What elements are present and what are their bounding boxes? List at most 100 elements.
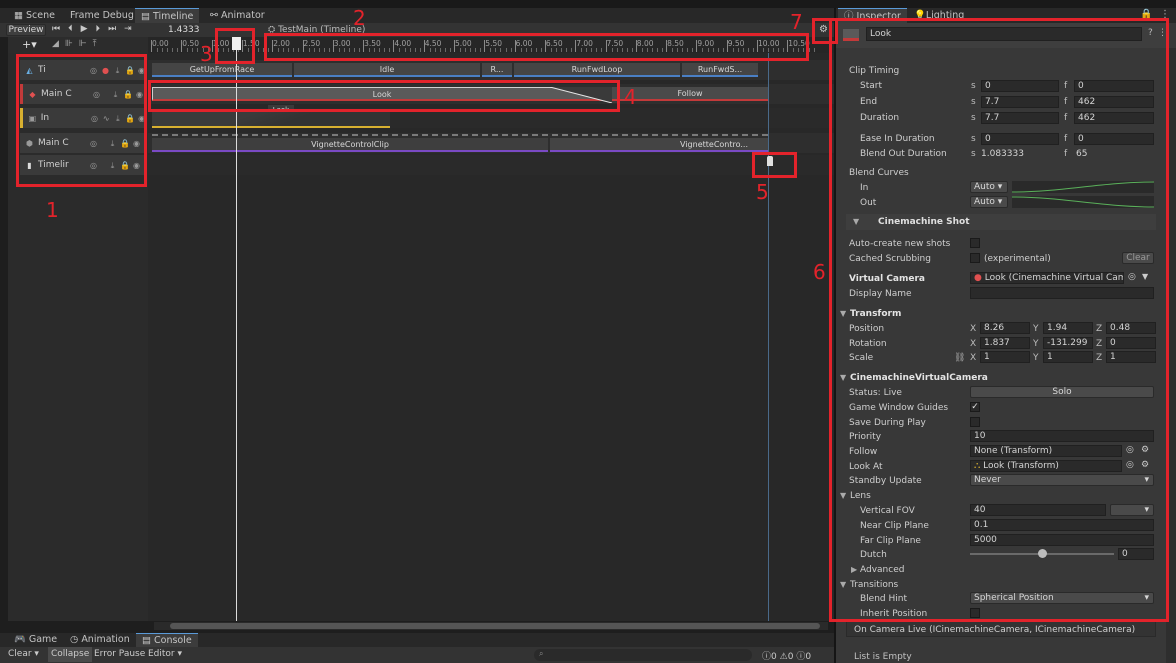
scl-y-field[interactable]: 1 xyxy=(1043,351,1093,363)
tab-lighting[interactable]: 💡Lighting xyxy=(908,8,970,23)
lock-icon[interactable]: 🔒 xyxy=(125,114,135,123)
prev-frame-icon[interactable]: ⏴ xyxy=(68,24,81,34)
lock-icon[interactable]: 🔒 xyxy=(123,90,133,99)
curve-icon[interactable]: ◢ xyxy=(52,39,65,49)
save-during-play-checkbox[interactable] xyxy=(970,417,980,427)
far-clip-field[interactable]: 5000 xyxy=(970,534,1154,546)
rot-z-field[interactable]: 0 xyxy=(1106,337,1156,349)
solo-button[interactable]: Solo xyxy=(970,386,1154,398)
eye-icon[interactable]: ◉ xyxy=(137,66,146,75)
cvc-header[interactable]: CinemachineVirtualCamera xyxy=(850,373,988,383)
clip-run-loop[interactable]: RunFwdLoop xyxy=(514,63,680,77)
follow-field[interactable]: None (Transform) xyxy=(970,445,1122,457)
in-curve-dropdown[interactable]: Auto ▾ xyxy=(970,181,1008,193)
display-name-field[interactable] xyxy=(970,287,1154,299)
console-search-input[interactable]: ⌕ xyxy=(534,649,752,661)
dropdown-arrow-icon[interactable]: ▼ xyxy=(1142,272,1148,281)
tab-inspector[interactable]: ⓘ Inspector xyxy=(838,8,907,23)
clear-button[interactable]: Clear ▾ xyxy=(8,649,39,659)
track-header-timeline[interactable]: ◭ Ti ◎ ● ⤓ 🔒 ◉ xyxy=(20,60,146,80)
pin-icon[interactable]: ⤓ xyxy=(108,161,117,170)
rot-x-field[interactable]: 1.837 xyxy=(980,337,1030,349)
blend-hint-dropdown[interactable]: Spherical Position ▾ xyxy=(970,592,1154,604)
track-header-timeline-2[interactable]: ▮ Timelir ◎ ⤓ 🔒 ◉ xyxy=(20,155,146,175)
info-count-icon[interactable]: ⓘ xyxy=(762,652,771,662)
target-icon[interactable]: ◎ xyxy=(89,161,98,170)
duration-seconds[interactable]: 7.7 xyxy=(981,112,1059,124)
add-track-icon[interactable]: +▾ xyxy=(22,38,37,51)
clip-idle[interactable]: Idle xyxy=(294,63,480,77)
advanced-foldout[interactable]: Advanced xyxy=(860,565,904,575)
dutch-slider-handle[interactable] xyxy=(1038,549,1047,558)
out-curve-preview[interactable] xyxy=(1012,196,1154,208)
target-icon[interactable]: ◎ xyxy=(90,114,99,123)
settings-gear-icon[interactable]: ⚙ xyxy=(819,24,828,35)
inspector-scrollbar[interactable] xyxy=(1166,48,1176,663)
in-curve-preview[interactable] xyxy=(1012,181,1154,193)
out-curve-dropdown[interactable]: Auto ▾ xyxy=(970,196,1008,208)
look-at-field[interactable]: ⛬ Look (Transform) xyxy=(970,460,1122,472)
foldout-arrow-icon[interactable]: ▼ xyxy=(840,309,846,318)
fov-preset-dropdown[interactable]: ▾ xyxy=(1110,504,1154,516)
pos-y-field[interactable]: 1.94 xyxy=(1043,322,1093,334)
start-frames[interactable]: 0 xyxy=(1074,80,1154,92)
eye-icon[interactable]: ◉ xyxy=(135,90,144,99)
error-count-icon[interactable]: ⓘ xyxy=(796,652,805,662)
clip-get-up[interactable]: GetUpFromRace xyxy=(152,63,292,77)
gear-icon[interactable]: ⚙ xyxy=(1141,460,1149,470)
tab-timeline[interactable]: ▤ Timeline xyxy=(135,8,200,23)
foldout-arrow-icon[interactable]: ▼ xyxy=(853,217,859,226)
standby-update-dropdown[interactable]: Never ▾ xyxy=(970,474,1154,486)
record-icon[interactable]: ● xyxy=(101,66,110,75)
clip-vignette-2[interactable]: VignetteContro... xyxy=(550,138,768,152)
time-field[interactable]: 1.4333 xyxy=(168,25,200,35)
preview-button[interactable]: Preview xyxy=(6,24,46,36)
target-icon[interactable]: ◎ xyxy=(92,90,101,99)
clear-cache-button[interactable]: Clear xyxy=(1122,252,1154,264)
tab-console[interactable]: ▤ Console xyxy=(136,633,198,647)
playhead-handle[interactable] xyxy=(232,37,241,50)
object-picker-icon[interactable]: ◎ xyxy=(1126,460,1134,470)
tab-animator[interactable]: ⚯ Animator xyxy=(204,8,271,23)
next-frame-icon[interactable]: ⏵ xyxy=(96,24,109,34)
transform-header[interactable]: Transform xyxy=(850,309,901,319)
more-icon[interactable]: ⋮ xyxy=(1158,28,1167,38)
warning-count-icon[interactable]: ⚠ xyxy=(780,652,788,662)
scl-x-field[interactable]: 1 xyxy=(980,351,1030,363)
lock-icon[interactable]: 🔒 xyxy=(120,161,130,170)
priority-field[interactable]: 10 xyxy=(970,430,1154,442)
error-pause-toggle[interactable]: Error Pause xyxy=(94,649,145,659)
play-icon[interactable]: ▶ xyxy=(81,24,96,34)
ease-in-frames[interactable]: 0 xyxy=(1074,133,1154,145)
clip-r[interactable]: R... xyxy=(482,63,512,77)
pos-x-field[interactable]: 8.26 xyxy=(980,322,1030,334)
go-end-icon[interactable]: ⏭ xyxy=(108,24,124,34)
eye-icon[interactable]: ◉ xyxy=(137,114,146,123)
pos-z-field[interactable]: 0.48 xyxy=(1106,322,1156,334)
virtual-camera-field[interactable]: ● Look (Cinemachine Virtual Camera xyxy=(970,272,1124,284)
tab-animation[interactable]: ◷ Animation xyxy=(64,633,136,647)
go-start-icon[interactable]: ⏮ xyxy=(52,24,68,34)
pin-icon[interactable]: ⤓ xyxy=(108,139,117,148)
cached-scrubbing-checkbox[interactable] xyxy=(970,253,980,263)
eye-icon[interactable]: ◉ xyxy=(132,161,141,170)
target-icon[interactable]: ◎ xyxy=(89,139,98,148)
help-icon[interactable]: ? xyxy=(1148,28,1153,38)
object-picker-icon[interactable]: ◎ xyxy=(1128,272,1136,282)
eye-icon[interactable]: ◉ xyxy=(132,139,141,148)
inherit-position-checkbox[interactable] xyxy=(970,608,980,618)
ripple-icon[interactable]: ⊪ xyxy=(65,39,79,49)
curve-icon[interactable]: ∿ xyxy=(102,114,111,123)
scrollbar-thumb[interactable] xyxy=(170,623,820,629)
gear-icon[interactable]: ⚙ xyxy=(1141,445,1149,455)
timeline-marker-icon[interactable] xyxy=(767,156,773,166)
auto-create-checkbox[interactable] xyxy=(970,238,980,248)
more-menu-icon[interactable]: ⋮ xyxy=(1160,9,1170,20)
image-clip[interactable] xyxy=(152,110,390,128)
track-header-in[interactable]: ▣ In ◎ ∿ ⤓ 🔒 ◉ xyxy=(20,108,146,128)
ease-in-seconds[interactable]: 0 xyxy=(981,133,1059,145)
tab-scene[interactable]: ▦ Scene xyxy=(8,8,61,23)
tab-game[interactable]: 🎮 Game xyxy=(8,633,63,647)
tab-frame-debug[interactable]: Frame Debug xyxy=(64,8,140,23)
end-seconds[interactable]: 7.7 xyxy=(981,96,1059,108)
